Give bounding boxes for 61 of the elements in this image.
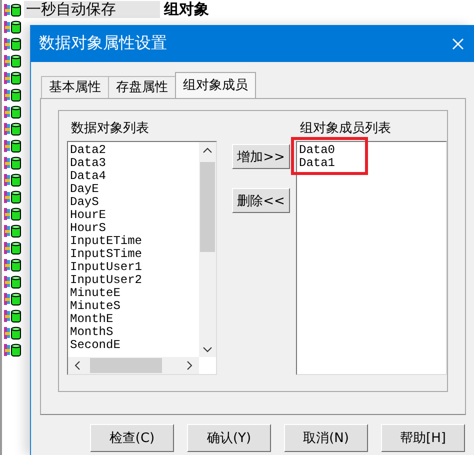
scrollbar-thumb[interactable] [200,162,215,252]
tab[interactable]: 基本属性 [41,76,109,98]
close-icon[interactable] [452,38,464,50]
list-label: 组对象成员列表 [299,120,392,138]
database-icon [3,88,22,102]
database-icon [3,122,22,136]
database-icon [3,138,22,152]
list-item[interactable]: InputSTime [70,248,142,261]
list-item[interactable]: Data3 [70,157,106,170]
database-icon [3,156,22,170]
scroll-up-icon[interactable] [203,147,212,153]
list-item[interactable]: HourE [70,209,106,222]
dialog-button[interactable]: 帮助[H] [381,424,465,452]
list-item[interactable]: InputUser1 [70,261,142,274]
database-icon [3,54,22,68]
database-icon [3,2,22,16]
database-icon [3,292,22,306]
remove-button[interactable]: 删除<< [232,188,290,213]
scroll-left-icon[interactable] [74,361,80,370]
database-icon [3,36,22,50]
list-item[interactable]: HourS [70,222,106,235]
tree-item[interactable]: 一秒自动保存 [24,1,160,18]
database-icon [3,104,22,118]
list-item[interactable]: Data4 [70,170,106,183]
list-item[interactable]: SecondE [70,339,120,352]
database-icon [3,206,22,220]
window-title: 数据对象属性设置 [39,33,167,54]
list-item[interactable]: InputETime [70,235,142,248]
list-item[interactable]: Data2 [70,144,106,157]
add-button[interactable]: 增加>> [232,144,290,169]
database-icon [3,308,22,322]
database-icon [3,224,22,238]
dialog-button[interactable]: 确认(Y) [187,424,271,452]
list-label: 数据对象列表 [70,120,150,138]
dialog-button[interactable]: 取消(N) [284,424,368,452]
list-box[interactable]: Data2 Data3 Data4 DayE DayS HourE HourS InputETime InputSTime InputUser1 InputUser2 MinuteE MinuteS MonthE MonthS SecondE [67,141,217,375]
database-icon [3,190,22,204]
database-icon [3,274,22,288]
list-item[interactable]: Data1 [299,157,336,170]
list-item[interactable]: MinuteS [70,300,120,313]
database-icon [3,326,22,340]
list-item[interactable]: MinuteE [70,287,120,300]
list-item[interactable]: DayS [70,196,99,209]
scroll-down-icon[interactable] [203,347,212,353]
database-icon [3,342,22,356]
database-icon [3,258,22,272]
tab[interactable]: 组对象成员 [175,72,256,98]
scrollbar-thumb[interactable] [90,358,162,373]
dialog-button[interactable]: 检查(C) [90,424,174,452]
type-label: 组对象 [164,0,209,19]
scroll-right-icon[interactable] [187,361,193,370]
list-item[interactable]: DayE [70,183,99,196]
database-icon [3,70,22,84]
database-icon [3,20,22,34]
list-item[interactable]: InputUser2 [70,274,142,287]
list-box[interactable]: Data0 Data1 [296,141,447,375]
database-icon [3,172,22,186]
list-item[interactable]: MonthS [70,326,114,339]
list-item[interactable]: MonthE [70,313,114,326]
list-item[interactable]: Data0 [299,144,336,157]
database-icon [3,240,22,254]
